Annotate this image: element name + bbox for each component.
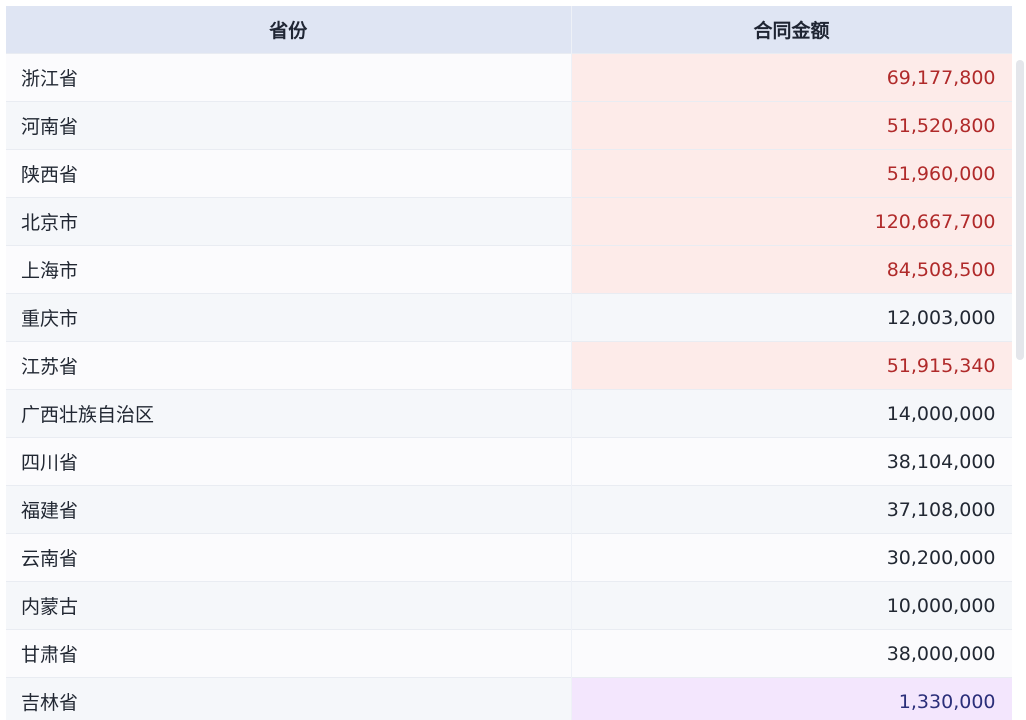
contract-amount-cell: 51,960,000	[571, 149, 1012, 198]
table-row[interactable]: 福建省 37,108,000	[6, 485, 1012, 534]
contract-amount-cell: 14,000,000	[571, 389, 1012, 438]
table-row[interactable]: 河南省 51,520,800	[6, 101, 1012, 150]
table-row[interactable]: 广西壮族自治区 14,000,000	[6, 389, 1012, 438]
province-cell: 吉林省	[6, 677, 572, 720]
province-cell: 四川省	[6, 437, 572, 486]
table-row[interactable]: 四川省 38,104,000	[6, 437, 1012, 486]
province-cell: 重庆市	[6, 293, 572, 342]
vertical-scrollbar[interactable]	[1016, 60, 1024, 360]
province-cell: 北京市	[6, 197, 572, 246]
table-row[interactable]: 浙江省 69,177,800	[6, 53, 1012, 102]
province-cell: 云南省	[6, 533, 572, 582]
header-row: 省份 合同金额	[6, 6, 1012, 54]
contract-amount-cell: 10,000,000	[571, 581, 1012, 630]
contract-amount-cell: 51,520,800	[571, 101, 1012, 150]
province-cell: 甘肃省	[6, 629, 572, 678]
header-contract-amount[interactable]: 合同金额	[571, 6, 1012, 54]
contract-amount-cell: 30,200,000	[571, 533, 1012, 582]
table-row[interactable]: 云南省 30,200,000	[6, 533, 1012, 582]
data-table-container: 省份 合同金额 浙江省 69,177,800 河南省 51,520,800 陕西省 51,…	[6, 6, 1012, 720]
province-amount-table: 省份 合同金额 浙江省 69,177,800 河南省 51,520,800 陕西省 51,…	[6, 6, 1012, 720]
province-cell: 江苏省	[6, 341, 572, 390]
table-row[interactable]: 内蒙古 10,000,000	[6, 581, 1012, 630]
table-row[interactable]: 陕西省 51,960,000	[6, 149, 1012, 198]
contract-amount-cell: 38,104,000	[571, 437, 1012, 486]
contract-amount-cell: 51,915,340	[571, 341, 1012, 390]
contract-amount-cell: 84,508,500	[571, 245, 1012, 294]
header-province[interactable]: 省份	[6, 6, 572, 54]
contract-amount-cell: 37,108,000	[571, 485, 1012, 534]
province-cell: 上海市	[6, 245, 572, 294]
province-cell: 陕西省	[6, 149, 572, 198]
contract-amount-cell: 12,003,000	[571, 293, 1012, 342]
contract-amount-cell: 120,667,700	[571, 197, 1012, 246]
table-row[interactable]: 吉林省 1,330,000	[6, 677, 1012, 720]
table-row[interactable]: 重庆市 12,003,000	[6, 293, 1012, 342]
province-cell: 广西壮族自治区	[6, 389, 572, 438]
province-cell: 河南省	[6, 101, 572, 150]
province-cell: 内蒙古	[6, 581, 572, 630]
province-cell: 福建省	[6, 485, 572, 534]
table-row[interactable]: 甘肃省 38,000,000	[6, 629, 1012, 678]
table-body: 浙江省 69,177,800 河南省 51,520,800 陕西省 51,960,000 北…	[6, 53, 1012, 720]
table-row[interactable]: 江苏省 51,915,340	[6, 341, 1012, 390]
contract-amount-cell: 38,000,000	[571, 629, 1012, 678]
table-header: 省份 合同金额	[6, 6, 1012, 54]
contract-amount-cell: 69,177,800	[571, 53, 1012, 102]
province-cell: 浙江省	[6, 53, 572, 102]
table-row[interactable]: 北京市 120,667,700	[6, 197, 1012, 246]
table-row[interactable]: 上海市 84,508,500	[6, 245, 1012, 294]
contract-amount-cell: 1,330,000	[571, 677, 1012, 720]
